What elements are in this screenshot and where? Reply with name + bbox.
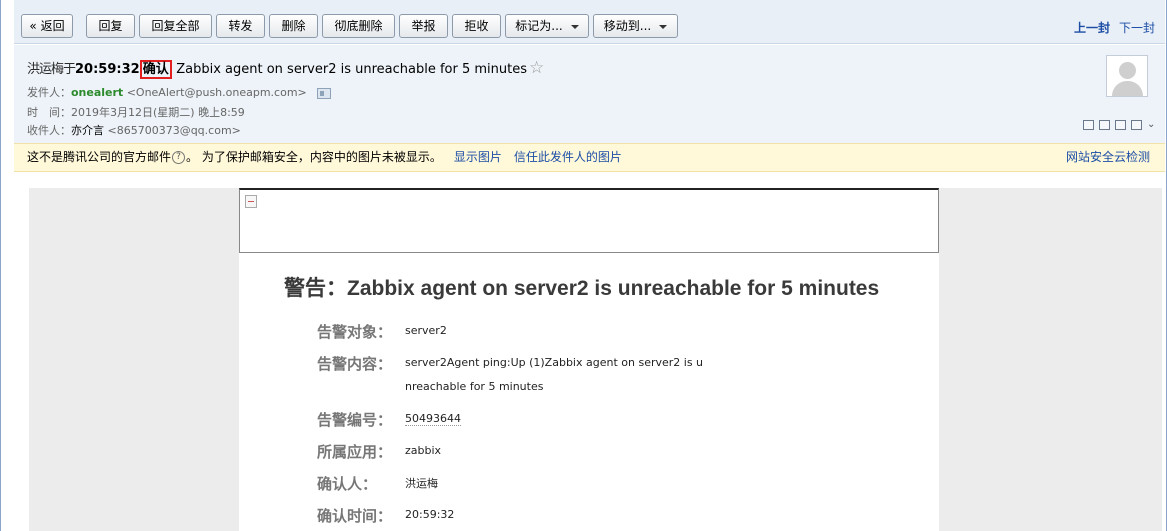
alert-content-value-cont: nreachable for 5 minutes bbox=[405, 380, 544, 393]
move-to-label: 移动到... bbox=[603, 19, 652, 33]
to-address: <865700373@qq.com> bbox=[107, 124, 241, 137]
alert-target-label: 告警对象： bbox=[317, 323, 393, 341]
prev-mail-link[interactable]: 上一封 bbox=[1074, 21, 1110, 35]
reject-button[interactable]: 拒收 bbox=[452, 14, 501, 38]
notice-text-1: 这不是腾讯公司的官方邮件 bbox=[27, 150, 172, 164]
mail-body: 警告：Zabbix agent on server2 is unreachabl… bbox=[239, 188, 939, 531]
mail-tools: ⌄ bbox=[1078, 117, 1157, 131]
notice-text-2: 。 为了保护邮箱安全，内容中的图片未被显示。 bbox=[186, 150, 442, 164]
report-button[interactable]: 举报 bbox=[399, 14, 448, 38]
subject-confirm-highlight: 确认 bbox=[139, 60, 172, 79]
mark-as-dropdown[interactable]: 标记为... bbox=[505, 14, 589, 38]
toolbar: « 返回 回复 回复全部 转发 删除 彻底删除 举报 拒收 标记为... 移动到… bbox=[14, 0, 1165, 44]
alert-id-label: 告警编号： bbox=[317, 411, 393, 429]
to-name[interactable]: 亦介言 bbox=[71, 124, 104, 137]
new-window-icon[interactable] bbox=[1083, 119, 1094, 130]
broken-image-icon bbox=[245, 195, 257, 208]
from-line: 发件人：onealert <OneAlert@push.oneapm.com> bbox=[27, 84, 331, 100]
confirmer-label: 确认人： bbox=[317, 475, 378, 493]
reply-button[interactable]: 回复 bbox=[86, 14, 135, 38]
delete-button[interactable]: 删除 bbox=[269, 14, 318, 38]
notes-icon[interactable] bbox=[1099, 119, 1110, 130]
trust-sender-link[interactable]: 信任此发件人的图片 bbox=[514, 150, 622, 164]
subject-text: Zabbix agent on server2 is unreachable f… bbox=[176, 62, 528, 77]
subject-redacted-name: 洪运梅于 bbox=[27, 62, 76, 77]
mail-subject: 洪运梅于20:59:32 确认 Zabbix agent on server2 i… bbox=[27, 58, 544, 79]
from-label: 发件人： bbox=[27, 86, 71, 99]
alert-content-value: server2Agent ping:Up (1)Zabbix agent on … bbox=[405, 356, 704, 369]
alert-content-label: 告警内容： bbox=[317, 355, 393, 373]
caret-down-icon bbox=[570, 24, 579, 29]
security-notice: 这不是腾讯公司的官方邮件?。 为了保护邮箱安全，内容中的图片未被显示。 显示图片信… bbox=[14, 143, 1165, 172]
avatar-head bbox=[1119, 62, 1136, 79]
permanent-delete-button[interactable]: 彻底删除 bbox=[322, 14, 395, 38]
show-images-link[interactable]: 显示图片 bbox=[454, 150, 502, 164]
avatar bbox=[1106, 55, 1148, 97]
alert-id-value[interactable]: 50493644 bbox=[405, 412, 461, 426]
print-icon[interactable] bbox=[1131, 119, 1142, 130]
avatar-body bbox=[1112, 81, 1143, 96]
back-button[interactable]: « 返回 bbox=[21, 14, 73, 38]
move-to-dropdown[interactable]: 移动到... bbox=[593, 14, 678, 38]
alert-target-value: server2 bbox=[405, 324, 447, 337]
mail-nav: 上一封 下一封 bbox=[1065, 19, 1155, 36]
subject-time: 20:59:32 bbox=[75, 62, 140, 77]
mark-as-label: 标记为... bbox=[515, 19, 563, 33]
app-label: 所属应用： bbox=[317, 443, 393, 461]
confirmer-value: 洪运梅 bbox=[405, 477, 438, 490]
mail-banner bbox=[239, 188, 939, 253]
time-line: 时 间：2019年3月12日(星期二) 晚上8:59 bbox=[27, 104, 245, 120]
confirm-time-label: 确认时间： bbox=[317, 507, 393, 525]
from-address: <OneAlert@push.oneapm.com> bbox=[126, 86, 307, 99]
forward-button[interactable]: 转发 bbox=[216, 14, 265, 38]
caret-down-icon bbox=[659, 24, 668, 29]
star-icon[interactable]: ☆ bbox=[529, 58, 544, 78]
confirm-time-value: 20:59:32 bbox=[405, 508, 455, 521]
reply-all-button[interactable]: 回复全部 bbox=[139, 14, 212, 38]
time-value: 2019年3月12日(星期二) 晚上8:59 bbox=[71, 106, 245, 119]
to-label: 收件人： bbox=[27, 124, 71, 137]
alert-title: 警告：Zabbix agent on server2 is unreachabl… bbox=[284, 277, 880, 300]
app-value: zabbix bbox=[405, 444, 442, 457]
contact-card-icon[interactable] bbox=[316, 87, 331, 99]
help-icon[interactable]: ? bbox=[172, 151, 186, 164]
next-mail-link[interactable]: 下一封 bbox=[1119, 21, 1155, 35]
from-name[interactable]: onealert bbox=[71, 86, 123, 99]
collapse-icon[interactable]: ⌄ bbox=[1147, 119, 1157, 130]
download-icon[interactable] bbox=[1115, 119, 1126, 130]
security-check-link[interactable]: 网站安全云检测 bbox=[1066, 144, 1150, 171]
to-line: 收件人：亦介言 <865700373@qq.com> bbox=[27, 122, 241, 138]
time-label: 时 间： bbox=[27, 106, 71, 119]
mail-header: 洪运梅于20:59:32 确认 Zabbix agent on server2 i… bbox=[14, 45, 1165, 143]
